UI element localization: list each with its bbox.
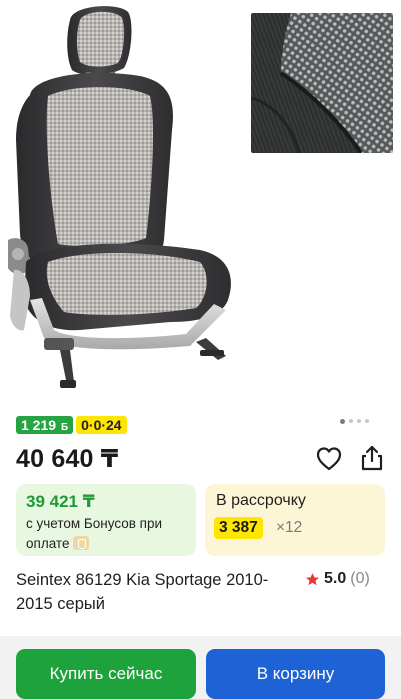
price-badges: 1 219 Б 0·0·24 [16, 416, 127, 434]
bonus-badge: 1 219 Б [16, 416, 74, 434]
reviews-count: (0) [350, 570, 370, 587]
share-icon[interactable] [358, 444, 386, 472]
product-thumbnail-fabric[interactable] [251, 13, 393, 153]
installment-badge: 0·0·24 [76, 416, 127, 434]
product-price: 40 640 ₸ [16, 445, 119, 473]
installment-monthly-amount: 3 387 [214, 517, 263, 539]
installment-label: В рассрочку [216, 492, 306, 509]
installment-months: ×12 [276, 519, 303, 536]
gallery-dot[interactable] [349, 419, 353, 423]
heart-icon[interactable] [315, 445, 343, 473]
bonus-wallet-icon [73, 536, 90, 550]
product-image-seat-cover[interactable] [0, 0, 250, 410]
gallery-dot[interactable] [365, 419, 369, 423]
installment-card[interactable]: В рассрочку 3 387 ×12 [205, 484, 385, 556]
buy-now-button[interactable]: Купить сейчас [16, 649, 196, 699]
gallery-pagination [340, 418, 369, 424]
gallery-dot[interactable] [357, 419, 361, 423]
bonus-badge-value: 1 219 [21, 417, 57, 433]
bonus-price: 39 421 ₸ [26, 492, 95, 511]
star-icon [306, 572, 319, 585]
bonus-badge-symbol: Б [60, 422, 69, 433]
product-rating[interactable]: 5.0 (0) [305, 570, 370, 588]
add-to-cart-button[interactable]: В корзину [206, 649, 385, 699]
product-card: 1 219 Б 0·0·24 40 640 ₸ 39 421 ₸ с учето… [0, 0, 401, 636]
product-gallery[interactable] [0, 0, 401, 410]
rating-value: 5.0 [324, 570, 347, 587]
bonus-note: с учетом Бонусов при оплате [26, 514, 191, 554]
bonus-note-text: с учетом Бонусов при оплате [26, 516, 163, 551]
gallery-dot-active[interactable] [340, 418, 345, 424]
product-title[interactable]: Seintex 86129 Kia Sportage 2010-2015 сер… [16, 568, 284, 616]
bottom-action-bar: Купить сейчас В корзину [0, 636, 401, 699]
bonus-price-card[interactable]: 39 421 ₸ с учетом Бонусов при оплате [16, 484, 196, 556]
